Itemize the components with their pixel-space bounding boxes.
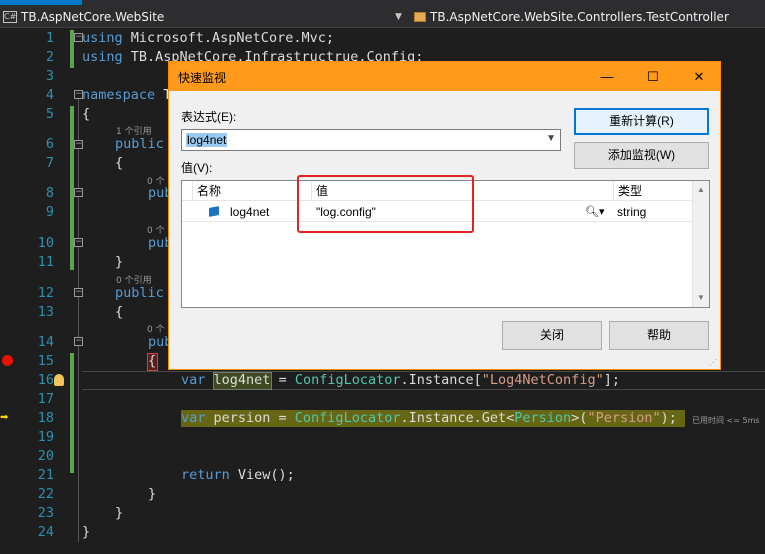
row-name: log4net [230,205,270,219]
execution-arrow-icon: ➡ [0,412,9,423]
outline-guide [78,96,79,542]
code-line-5: { [82,106,91,122]
object-icon [209,206,219,217]
class-dropdown[interactable]: TB.AspNetCore.WebSite.Controllers.TestCo… [413,7,765,27]
line-number: 1 [45,30,54,46]
code-line-21: return View(); [181,467,295,483]
close-button[interactable]: 关闭 [502,321,602,350]
code-line-4: namespace T [82,87,172,103]
close-icon[interactable]: ✕ [681,62,717,91]
project-dropdown-label: TB.AspNetCore.WebSite [21,10,165,24]
code-line-6: public [115,136,164,152]
maximize-icon[interactable]: ☐ [635,62,671,91]
code-line-24: } [82,524,91,540]
line-number: 8 [45,185,54,201]
collapse-toggle[interactable]: − [74,288,83,297]
expression-value: log4net [186,133,228,147]
line-number: 6 [45,136,54,152]
value-label: 值(V): [181,161,213,175]
help-button[interactable]: 帮助 [609,321,709,350]
vertical-scrollbar[interactable]: ▲ ▼ [692,181,709,307]
line-number: 14 [37,334,54,350]
line-number: 11 [37,254,54,270]
line-number: 23 [37,505,54,521]
code-line-23: } [115,505,124,521]
line-number: 7 [45,155,54,171]
column-header-name[interactable]: 名称 [192,181,310,201]
minimize-icon[interactable]: — [589,62,625,91]
line-number: 10 [37,235,54,251]
tab-strip-indicator [0,0,82,5]
collapse-toggle[interactable]: − [74,337,83,346]
project-dropdown[interactable]: C# TB.AspNetCore.WebSite ▼ [3,7,403,27]
annotation-highlight-box [297,175,474,233]
line-number: 15 [37,353,54,369]
collapse-toggle[interactable]: − [74,140,83,149]
code-line-11: } [115,254,124,270]
scroll-down-icon[interactable]: ▼ [697,293,705,302]
lightbulb-icon[interactable] [54,374,64,386]
dialog-title-bar[interactable]: 快速监视 — ☐ ✕ [169,62,720,91]
dialog-title: 快速监视 [178,71,227,85]
line-number: 17 [37,391,54,407]
perf-tip[interactable]: 已用时间 <= 5ms [692,415,760,426]
csharp-project-icon: C# [3,11,17,23]
row-type: string [617,205,647,219]
chevron-down-icon[interactable]: ▼ [546,133,556,144]
scroll-up-icon[interactable]: ▲ [697,185,705,194]
navigation-bar: C# TB.AspNetCore.WebSite ▼ TB.AspNetCore… [0,0,765,28]
class-dropdown-label: TB.AspNetCore.WebSite.Controllers.TestCo… [430,10,729,24]
line-number: 12 [37,285,54,301]
line-number: 9 [45,204,54,220]
line-number: 21 [37,467,54,483]
line-number: 3 [45,68,54,84]
expression-label: 表达式(E): [181,110,237,124]
line-number: 22 [37,486,54,502]
class-icon [413,11,426,23]
code-line-7: { [115,155,124,171]
line-number: 13 [37,304,54,320]
change-indicator [70,353,74,473]
expression-combobox[interactable]: log4net ▼ [181,129,561,151]
line-number: 19 [37,429,54,445]
code-line-1: using Microsoft.AspNetCore.Mvc; [82,30,334,46]
line-number: 24 [37,524,54,540]
code-line-15: { [148,353,157,369]
add-watch-button[interactable]: 添加监视(W) [574,142,709,169]
code-line-12: public [115,285,164,301]
column-header-type[interactable]: 类型 [613,181,691,201]
collapse-toggle[interactable]: − [74,238,83,247]
magnifier-icon[interactable]: 🔍︎▾ [585,202,605,222]
line-number: 5 [45,106,54,122]
line-number: 18 [37,410,54,426]
line-number: 16 [37,372,54,388]
line-number: 20 [37,448,54,464]
breakpoint-icon[interactable] [2,355,13,366]
collapse-toggle[interactable]: − [74,188,83,197]
code-line-22: } [148,486,157,502]
line-number: 4 [45,87,54,103]
code-line-13: { [115,304,124,320]
recalculate-button[interactable]: 重新计算(R) [574,108,709,135]
code-line-16: var log4net = ConfigLocator.Instance["Lo… [181,372,620,388]
chevron-down-icon: ▼ [395,12,402,22]
code-line-18: var persion = ConfigLocator.Instance.Get… [181,410,677,426]
line-number: 2 [45,49,54,65]
resize-grip-icon[interactable]: ⋰ [709,358,717,367]
